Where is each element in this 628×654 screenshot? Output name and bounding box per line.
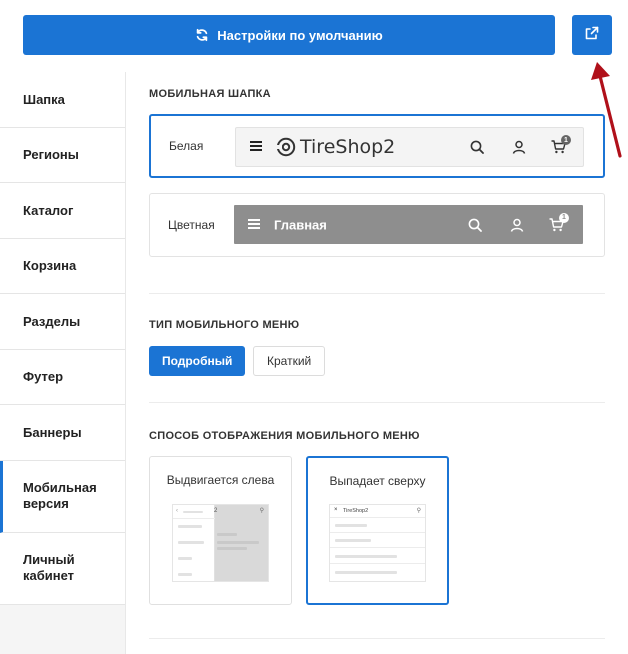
option-label: Выпадает сверху [329, 474, 426, 488]
sidebar-item-mobile-version[interactable]: Мобильная версия [0, 460, 125, 533]
menu-type-short-button[interactable]: Краткий [253, 346, 326, 376]
burger-menu-icon [250, 138, 262, 156]
preview-line [217, 533, 237, 536]
preview-line [335, 539, 371, 542]
option-label: Белая [169, 139, 204, 153]
sidebar-item-label: Шапка [23, 91, 65, 107]
sidebar-item-banners[interactable]: Баннеры [0, 405, 125, 461]
sidebar-item-regions[interactable]: Регионы [0, 127, 125, 183]
user-icon [512, 140, 526, 154]
preview-line [217, 547, 247, 550]
colored-header-preview: Главная 1 [234, 205, 583, 244]
preview-separator [330, 563, 425, 564]
settings-main-panel: МОБИЛЬНАЯ ШАПКА Белая TireShop2 1 Цветна… [126, 72, 628, 654]
sidebar-item-label: Личный кабинет [23, 552, 75, 583]
sidebar-item-personal-account[interactable]: Личный кабинет [0, 532, 125, 605]
settings-sidebar: Шапка Регионы Каталог Корзина Разделы Фу… [0, 72, 126, 654]
top-toolbar: Настройки по умолчанию [0, 0, 628, 72]
tireshop-logo: TireShop2 [276, 136, 395, 158]
preview-line [335, 571, 397, 574]
sidebar-item-label: Регионы [23, 147, 79, 163]
section-title-mobile-header: МОБИЛЬНАЯ ШАПКА [149, 88, 271, 100]
back-icon: ‹ [176, 508, 178, 514]
menu-display-option-drop-top[interactable]: Выпадает сверху × TireShop2 ⚲ [306, 456, 449, 605]
preview-logo-text: TireShop2 [343, 508, 369, 514]
preview-separator [173, 518, 215, 519]
sidebar-item-label: Разделы [23, 313, 81, 329]
option-label: Цветная [168, 218, 215, 232]
preview-line [335, 524, 367, 527]
sidebar-item-sections[interactable]: Разделы [0, 294, 125, 350]
cart-count-badge: 1 [561, 135, 571, 145]
user-icon [510, 218, 524, 232]
colored-header-page-title: Главная [274, 217, 327, 232]
sidebar-item-label: Баннеры [23, 424, 82, 440]
logo-text: TireShop2 [300, 136, 396, 158]
white-header-preview: TireShop2 1 [235, 127, 584, 167]
preview-line [217, 541, 259, 544]
cart-count-badge: 1 [559, 212, 569, 223]
preview-line [178, 541, 204, 544]
section-title-menu-display: СПОСОБ ОТОБРАЖЕНИЯ МОБИЛЬНОГО МЕНЮ [149, 430, 420, 442]
preview-separator [330, 532, 425, 533]
sidebar-item-label: Футер [23, 369, 64, 385]
preview-logo-text: 2 [214, 508, 218, 514]
tire-logo-icon [276, 137, 296, 157]
mobile-header-option-colored[interactable]: Цветная Главная 1 [149, 193, 605, 257]
sidebar-item-header[interactable]: Шапка [0, 72, 125, 128]
sidebar-item-label: Мобильная версия [23, 480, 97, 511]
share-button[interactable] [572, 15, 612, 55]
close-icon: × [334, 507, 338, 513]
mobile-header-option-white[interactable]: Белая TireShop2 1 [149, 114, 605, 178]
menu-type-detailed-button[interactable]: Подробный [149, 346, 246, 376]
reset-to-default-button[interactable]: Настройки по умолчанию [23, 15, 555, 55]
preview-separator [330, 547, 425, 548]
refresh-icon [195, 28, 209, 42]
sidebar-item-footer[interactable]: Футер [0, 349, 125, 405]
option-label: Выдвигается слева [166, 473, 275, 487]
sidebar-item-label: Каталог [23, 202, 74, 218]
burger-menu-icon [248, 216, 260, 234]
search-icon [470, 140, 484, 154]
reset-button-label: Настройки по умолчанию [217, 27, 383, 43]
preview-line [335, 555, 397, 558]
sidebar-item-catalog[interactable]: Каталог [0, 183, 125, 239]
menu-display-option-slide-left[interactable]: Выдвигается слева ‹ 2 ⚲ [149, 456, 292, 605]
section-divider [149, 402, 605, 403]
preview-line [178, 573, 192, 576]
preview-line [183, 511, 203, 513]
drop-top-preview: × TireShop2 ⚲ [329, 504, 426, 582]
section-divider [149, 638, 605, 639]
search-icon [468, 218, 482, 232]
slide-left-preview: ‹ 2 ⚲ [172, 504, 269, 582]
sidebar-item-label: Корзина [23, 258, 77, 274]
section-divider [149, 293, 605, 294]
preview-line [178, 557, 192, 560]
search-icon: ⚲ [416, 508, 421, 514]
preview-line [178, 525, 202, 528]
sidebar-item-cart[interactable]: Корзина [0, 238, 125, 294]
cart-icon: 1 [551, 135, 571, 154]
search-icon: ⚲ [259, 508, 264, 514]
preview-separator [330, 517, 425, 518]
section-title-mobile-menu-type: ТИП МОБИЛЬНОГО МЕНЮ [149, 319, 300, 331]
share-icon [584, 25, 600, 46]
cart-icon: 1 [549, 212, 569, 232]
